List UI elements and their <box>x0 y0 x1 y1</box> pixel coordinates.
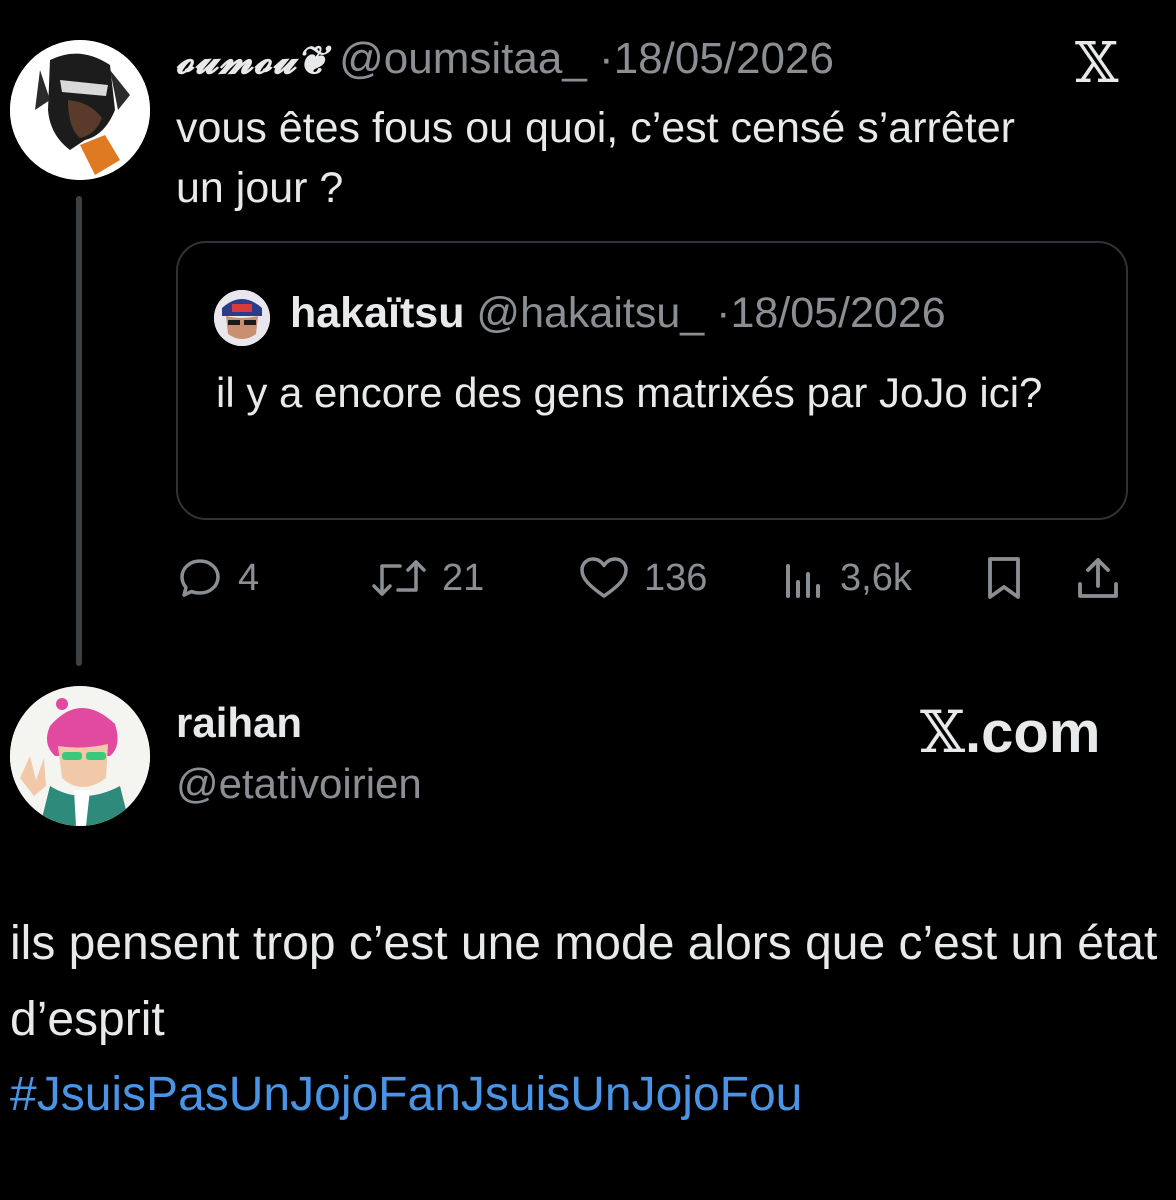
reply-display-name[interactable]: raihan <box>176 696 302 750</box>
header-separator: · <box>599 34 614 83</box>
quoted-display-name[interactable]: hakaïtsu <box>290 289 464 337</box>
quoted-handle[interactable]: @hakaitsu_ <box>476 289 704 337</box>
repost-icon <box>370 554 428 602</box>
quoted-separator: · <box>716 289 731 337</box>
repost-count: 21 <box>442 556 485 599</box>
bookmark-button[interactable] <box>982 548 1026 608</box>
x-brand-mark-icon: 𝕏 <box>920 698 966 766</box>
author-avatar[interactable] <box>10 40 150 180</box>
repost-button[interactable]: 21 <box>370 548 484 608</box>
quoted-tweet-text: il y a encore des gens matrixés par JoJo… <box>216 369 1043 416</box>
author-handle[interactable]: @oumsitaa_ <box>339 34 587 83</box>
reply-text: ils pensent trop c’est une mode alors qu… <box>10 917 1158 1046</box>
bookmark-icon <box>982 554 1026 602</box>
reply-handle[interactable]: @etativoirien <box>176 757 422 811</box>
analytics-icon <box>782 554 826 602</box>
hashtag-link[interactable]: #JsuisPasUnJojoFanJsuisUnJojoFou <box>10 1064 802 1126</box>
comment-icon <box>176 554 224 602</box>
x-logo-icon: 𝕏 <box>1075 31 1119 96</box>
views-count: 3,6k <box>840 556 912 599</box>
reply-author-avatar[interactable] <box>10 686 150 826</box>
like-button[interactable]: 136 <box>578 548 707 608</box>
x-brand-suffix: .com <box>965 700 1101 765</box>
tweet-date[interactable]: 18/05/2026 <box>614 34 834 83</box>
x-com-brand: 𝕏.com <box>920 700 1100 765</box>
reply-count: 4 <box>238 556 260 599</box>
share-icon <box>1074 554 1122 602</box>
share-button[interactable] <box>1074 548 1122 608</box>
quoted-tweet-header: hakaïtsu @hakaitsu_ ·18/05/2026 <box>290 286 946 340</box>
author-display-name[interactable]: 𝓸𝓾𝓶𝓸𝓾❦ <box>176 37 327 82</box>
quoted-date[interactable]: 18/05/2026 <box>730 289 945 337</box>
tweet-header: 𝓸𝓾𝓶𝓸𝓾❦ @oumsitaa_ ·18/05/2026 <box>176 34 834 85</box>
thread-connector-line <box>76 196 82 666</box>
heart-icon <box>578 554 630 602</box>
like-count: 136 <box>644 556 708 599</box>
views-button[interactable]: 3,6k <box>782 548 912 608</box>
reply-button[interactable]: 4 <box>176 548 259 608</box>
quoted-author-avatar[interactable] <box>214 290 270 346</box>
tweet-text: vous êtes fous ou quoi, c’est censé s’ar… <box>176 104 1015 212</box>
